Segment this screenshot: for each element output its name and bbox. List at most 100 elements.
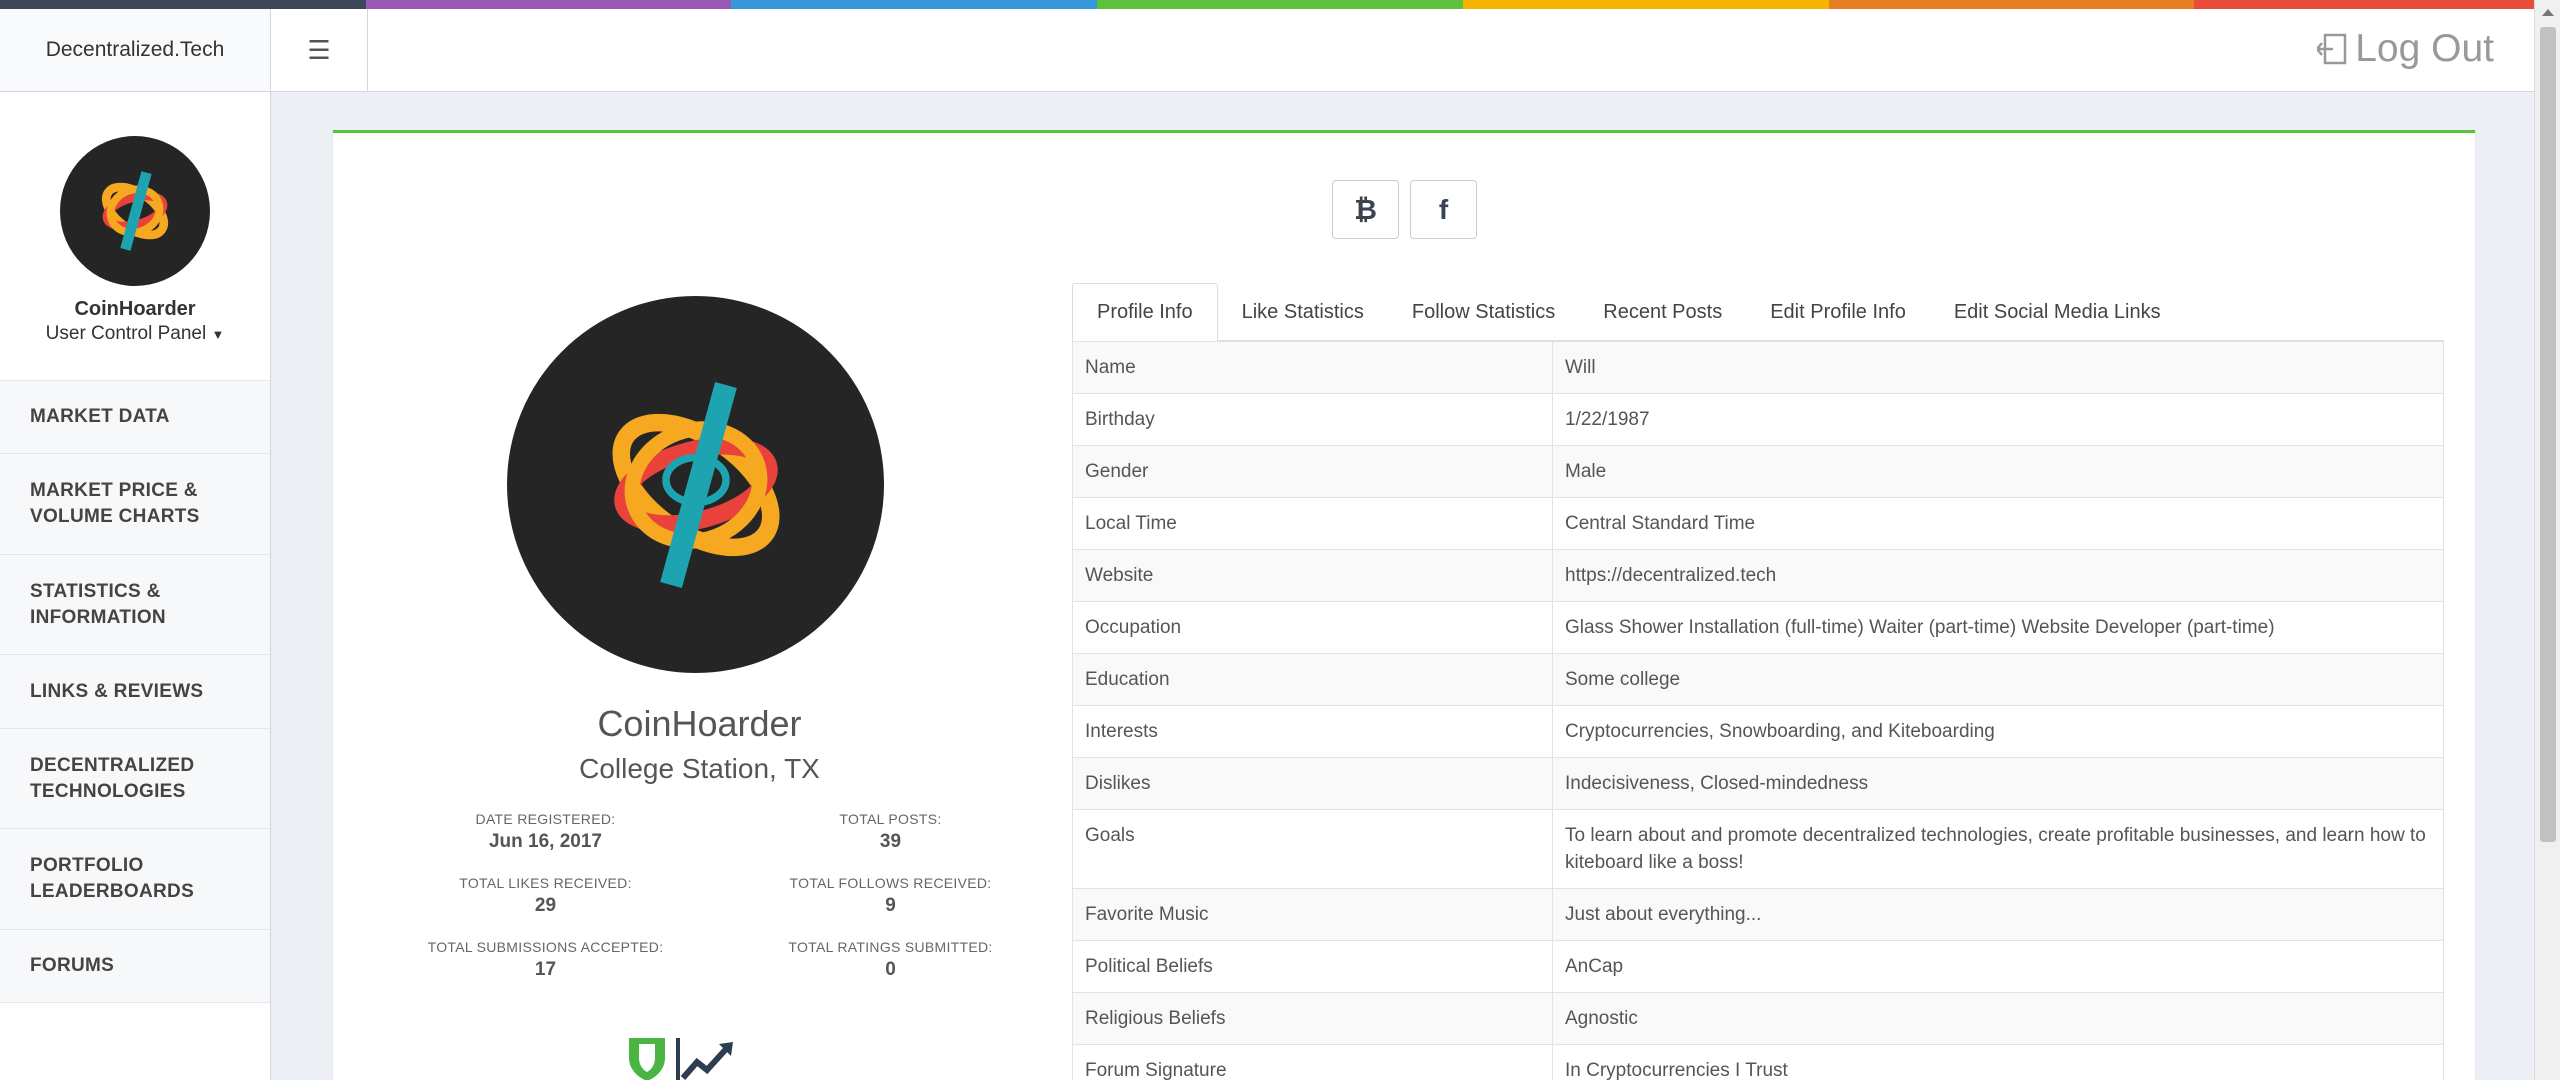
table-row: Forum Signature In Cryptocurrencies I Tru… — [1072, 1044, 2444, 1080]
stripe-segment — [2194, 0, 2560, 9]
logout-button[interactable]: Log Out — [2317, 27, 2494, 71]
profile-tabs: Profile Info Like Statistics Follow Stat… — [1072, 283, 2444, 342]
field-label: Education — [1072, 653, 1553, 706]
tab-label: Edit Social Media Links — [1953, 300, 2161, 323]
stat-total-submissions: TOTAL SUBMISSIONS ACCEPTED: 17 — [373, 939, 718, 981]
logo-icon — [101, 171, 169, 251]
logout-icon — [2317, 33, 2347, 65]
chart-trend-badge-icon[interactable] — [675, 1036, 737, 1080]
stripe-segment — [1462, 0, 1829, 9]
profile-location: College Station, TX — [579, 753, 820, 784]
stat-value: 29 — [534, 895, 557, 916]
sidebar-item-label: MARKET DATA — [30, 406, 170, 427]
stat-total-posts: TOTAL POSTS: 39 — [718, 811, 1063, 853]
field-value: Male — [1552, 445, 2444, 498]
social-links: ₿ f — [1332, 180, 1477, 239]
stat-value: 17 — [534, 959, 557, 980]
tab-edit-social-media-links[interactable]: Edit Social Media Links — [1930, 283, 2185, 341]
field-value: AnCap — [1552, 940, 2444, 993]
table-row: Name Will — [1072, 341, 2444, 394]
table-row: Education Some college — [1072, 653, 2444, 706]
tab-label: Follow Statistics — [1411, 300, 1556, 323]
stripe-segment — [0, 0, 366, 9]
shield-badge-icon[interactable] — [625, 1036, 669, 1080]
field-label: Birthday — [1072, 393, 1553, 446]
sidebar-item-market-price-volume-charts[interactable]: MARKET PRICE & VOLUME CHARTS — [0, 454, 270, 555]
field-label: Favorite Music — [1072, 888, 1553, 941]
field-label: Forum Signature — [1072, 1044, 1553, 1080]
stat-total-follows: TOTAL FOLLOWS RECEIVED: 9 — [718, 875, 1063, 917]
scroll-up-icon[interactable] — [2542, 9, 2554, 16]
field-value: 1/22/1987 — [1552, 393, 2444, 446]
facebook-link-button[interactable]: f — [1410, 180, 1477, 239]
stat-label: TOTAL FOLLOWS RECEIVED: — [789, 875, 992, 891]
sidebar-item-label: MARKET PRICE & VOLUME CHARTS — [30, 480, 200, 527]
field-label: Political Beliefs — [1072, 940, 1553, 993]
field-value: In Cryptocurrencies I Trust — [1552, 1044, 2444, 1080]
field-label: Goals — [1072, 809, 1553, 889]
field-value: To learn about and promote decentralized… — [1552, 809, 2444, 889]
sidebar-item-statistics-information[interactable]: STATISTICS & INFORMATION — [0, 555, 270, 655]
color-stripe — [0, 0, 2560, 9]
field-value: Agnostic — [1552, 992, 2444, 1045]
profile-name: CoinHoarder — [597, 703, 802, 744]
sidebar-item-label: DECENTRALIZED TECHNOLOGIES — [30, 754, 195, 802]
sidebar-item-label: FORUMS — [30, 955, 115, 976]
profile-stats: DATE REGISTERED: Jun 16, 2017 TOTAL POST… — [373, 811, 1063, 981]
bitcoin-link-button[interactable]: ₿ — [1332, 180, 1399, 239]
field-value: Some college — [1552, 653, 2444, 706]
avatar[interactable] — [60, 136, 210, 286]
stat-label: DATE REGISTERED: — [475, 811, 616, 827]
user-control-panel-dropdown[interactable]: User Control Panel ▼ — [46, 323, 225, 345]
profile-avatar — [507, 296, 884, 673]
tab-follow-statistics[interactable]: Follow Statistics — [1388, 283, 1579, 341]
tab-profile-info[interactable]: Profile Info — [1072, 283, 1218, 342]
table-row: Political Beliefs AnCap — [1072, 940, 2444, 993]
facebook-icon: f — [1438, 193, 1449, 225]
sidebar-item-decentralized-technologies[interactable]: DECENTRALIZED TECHNOLOGIES — [0, 729, 270, 829]
tab-edit-profile-info[interactable]: Edit Profile Info — [1746, 283, 1930, 341]
scrollbar-thumb[interactable] — [2540, 27, 2556, 842]
table-row: Birthday 1/22/1987 — [1072, 393, 2444, 446]
table-row: Religious Beliefs Agnostic — [1072, 992, 2444, 1045]
sidebar-item-market-data[interactable]: MARKET DATA — [0, 381, 270, 454]
stat-value: 9 — [885, 895, 896, 916]
sidebar-item-links-reviews[interactable]: LINKS & REVIEWS — [0, 655, 270, 729]
tab-label: Recent Posts — [1603, 300, 1723, 323]
logout-label: Log Out — [2355, 27, 2494, 70]
table-row: Local Time Central Standard Time — [1072, 497, 2444, 550]
top-bar: ☰ Log Out — [271, 9, 2534, 92]
stat-date-registered: DATE REGISTERED: Jun 16, 2017 — [373, 811, 718, 853]
field-label: Gender — [1072, 445, 1553, 498]
profile-box: ₿ f CoinHoarder College Station, TX DATE… — [333, 130, 2475, 1080]
field-value: https://decentralized.tech — [1552, 549, 2444, 602]
table-row: Website https://decentralized.tech — [1072, 549, 2444, 602]
stat-total-ratings: TOTAL RATINGS SUBMITTED: 0 — [718, 939, 1063, 981]
field-value: Glass Shower Installation (full-time) Wa… — [1552, 601, 2444, 654]
tab-recent-posts[interactable]: Recent Posts — [1579, 283, 1746, 341]
field-label: Occupation — [1072, 601, 1553, 654]
table-row: Gender Male — [1072, 445, 2444, 498]
user-panel: CoinHoarder User Control Panel ▼ — [0, 92, 270, 380]
stat-value: Jun 16, 2017 — [488, 831, 603, 852]
stripe-segment — [1097, 0, 1463, 9]
sidebar-item-label: PORTFOLIO LEADERBOARDS — [30, 855, 195, 902]
sidebar: CoinHoarder User Control Panel ▼ MARKET … — [0, 92, 271, 1080]
field-label: Interests — [1072, 705, 1553, 758]
field-label: Religious Beliefs — [1072, 992, 1553, 1045]
page-scrollbar[interactable] — [2534, 0, 2560, 1080]
tab-label: Like Statistics — [1241, 300, 1364, 323]
stat-value: 0 — [885, 959, 896, 980]
sidebar-item-forums[interactable]: FORUMS — [0, 930, 270, 1003]
sidebar-toggle-button[interactable]: ☰ — [271, 9, 368, 91]
stat-label: TOTAL SUBMISSIONS ACCEPTED: — [427, 939, 664, 955]
sidebar-item-label: LINKS & REVIEWS — [30, 680, 204, 702]
brand-title: Decentralized.Tech — [45, 38, 225, 61]
table-row: Goals To learn about and promote decentra… — [1072, 809, 2444, 889]
stripe-segment — [365, 0, 732, 9]
sidebar-item-portfolio-leaderboards[interactable]: PORTFOLIO LEADERBOARDS — [0, 829, 270, 930]
field-value: Will — [1552, 341, 2444, 394]
brand-logo[interactable]: Decentralized.Tech — [0, 9, 271, 92]
field-label: Local Time — [1072, 497, 1553, 550]
tab-like-statistics[interactable]: Like Statistics — [1218, 283, 1388, 341]
